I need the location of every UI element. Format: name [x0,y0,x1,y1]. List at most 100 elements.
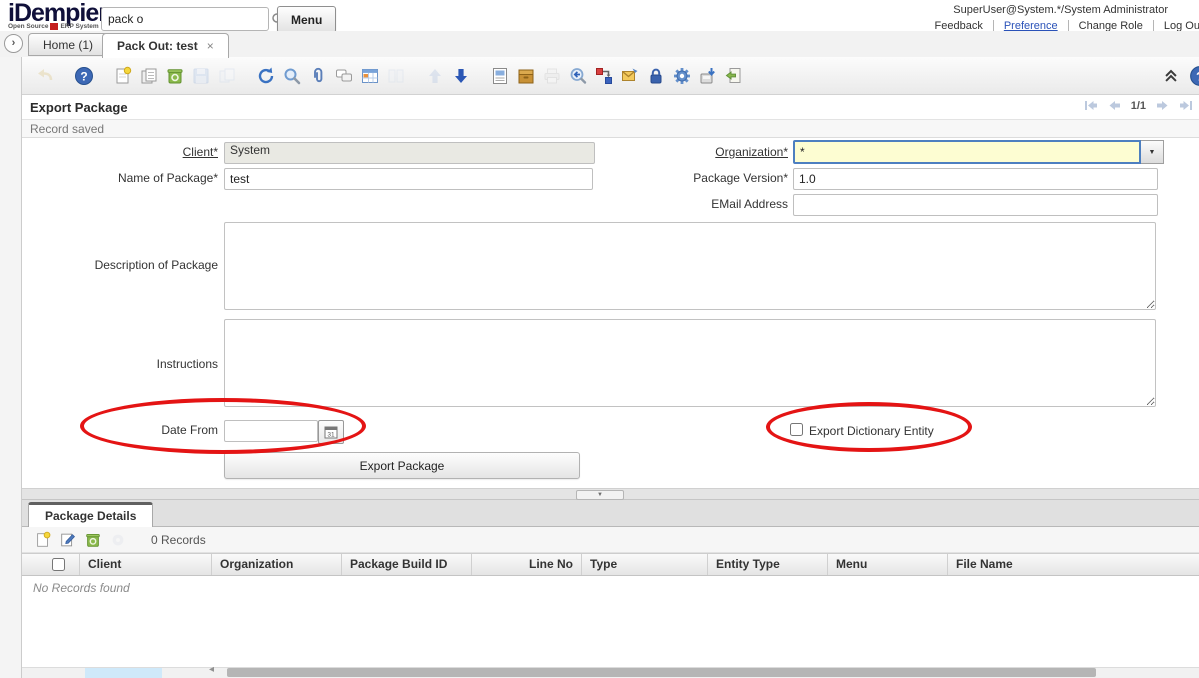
splitter-collapse-handle[interactable]: ▼ [576,490,624,500]
parent-record-icon[interactable] [424,65,446,87]
column-header-client[interactable]: Client [80,554,212,575]
package-version-label: Package Version* [598,171,788,185]
close-tab-icon[interactable]: × [207,39,214,53]
grid-toggle-icon[interactable] [359,65,381,87]
column-header-line-no[interactable]: Line No [472,554,582,575]
status-bar: Record saved [22,119,1199,138]
detail-toolbar: 0 Records [22,527,1199,553]
column-header-entity-type[interactable]: Entity Type [708,554,828,575]
print-icon[interactable] [541,65,563,87]
detail-record-icon[interactable] [450,65,472,87]
client-label[interactable]: Client* [28,145,218,159]
chevron-right-icon: › [12,38,16,49]
email-label: EMail Address [598,197,788,211]
detail-new-record-icon[interactable] [33,530,53,550]
svg-text:31: 31 [327,432,335,439]
export-dictionary-checkbox[interactable] [790,423,803,436]
detail-grid-header: Client Organization Package Build ID Lin… [22,553,1199,576]
save-icon[interactable] [190,65,212,87]
svg-text:?: ? [80,69,87,83]
last-record-icon[interactable] [1178,99,1193,112]
select-all-checkbox-cell [38,554,80,575]
help-icon[interactable]: ? [73,65,95,87]
search-input[interactable] [102,12,269,26]
page-title: Export Package [30,100,128,115]
chevron-down-icon: ▼ [1149,149,1156,156]
first-record-icon[interactable] [1084,99,1099,112]
menu-button[interactable]: Menu [277,6,336,33]
idempiere-window: iDempiere Open Source ERP System Menu Su… [0,0,1199,678]
organization-dropdown-button[interactable]: ▼ [1141,140,1164,164]
process-icon[interactable] [671,65,693,87]
window-help-icon[interactable]: ? [1189,65,1199,87]
column-header-package-build-id[interactable]: Package Build ID [342,554,472,575]
name-of-package-label: Name of Package* [28,171,218,185]
scroll-left-icon[interactable]: ◂ [209,665,214,675]
description-textarea[interactable] [224,222,1156,310]
tab-home[interactable]: Home (1) [28,33,108,56]
detail-tabstrip [22,500,1199,527]
logo-subtitle-2: ERP System [60,23,98,30]
archive-icon[interactable] [515,65,537,87]
frozen-pane-indicator [85,668,162,678]
chat-icon[interactable] [333,65,355,87]
organization-combobox: ▼ [793,140,1164,164]
column-header-file-name[interactable]: File Name [948,554,1199,575]
export-package-button[interactable]: Export Package [224,452,580,479]
detail-delete-record-icon[interactable] [83,530,103,550]
ignore-changes-icon[interactable] [34,65,56,87]
client-field: System [224,142,595,164]
column-header-menu[interactable]: Menu [828,554,948,575]
organization-input[interactable] [793,140,1141,164]
records-count: 0 Records [151,533,206,547]
detail-edit-record-icon[interactable] [58,530,78,550]
csv-import-icon[interactable] [385,65,407,87]
lock-icon[interactable] [645,65,667,87]
report-icon[interactable] [489,65,511,87]
attachment-icon[interactable] [307,65,329,87]
next-record-icon[interactable] [1155,99,1169,112]
description-label: Description of Package [28,258,218,272]
tab-package-details[interactable]: Package Details [28,502,153,527]
record-navigation: 1/1 [1084,99,1193,112]
name-of-package-input[interactable] [224,168,593,190]
refresh-icon[interactable] [255,65,277,87]
zoom-across-icon[interactable] [567,65,589,87]
date-from-input[interactable] [224,420,318,442]
global-search-box [101,7,269,31]
find-icon[interactable] [281,65,303,87]
column-header-organization[interactable]: Organization [212,554,342,575]
column-header-type[interactable]: Type [582,554,708,575]
tab-pack-out[interactable]: Pack Out: test × [102,33,229,58]
expand-sidebar-button[interactable]: › [4,34,23,53]
package-version-input[interactable] [793,168,1158,190]
horizontal-scrollbar-thumb[interactable] [227,668,1096,677]
workflow-icon[interactable] [593,65,615,87]
collapse-all-icon[interactable] [1160,65,1182,87]
detail-process-icon[interactable] [108,530,128,550]
logged-in-user: SuperUser@System.*/System Administrator [953,4,1168,16]
delete-record-icon[interactable] [164,65,186,87]
no-records-message: No Records found [33,581,130,595]
new-record-icon[interactable] [112,65,134,87]
triangle-down-icon: ▼ [597,492,603,498]
logo-red-accent [50,23,58,30]
select-all-checkbox[interactable] [52,558,65,571]
previous-record-icon[interactable] [1108,99,1122,112]
export-icon[interactable] [697,65,719,87]
window-titlebar: Export Package 1/1 [22,95,1199,119]
email-input[interactable] [793,194,1158,216]
export-file-icon[interactable] [723,65,745,87]
window-toolbar: ? [22,57,1199,95]
save-create-new-icon[interactable] [216,65,238,87]
collapsed-west-panel[interactable] [0,57,22,678]
instructions-label: Instructions [28,357,218,371]
record-counter: 1/1 [1131,100,1146,112]
copy-record-icon[interactable] [138,65,160,87]
organization-label[interactable]: Organization* [598,145,788,159]
instructions-textarea[interactable] [224,319,1156,407]
request-mail-icon[interactable] [619,65,641,87]
date-from-label: Date From [28,423,218,437]
calendar-button[interactable]: 31 [318,420,344,444]
export-dictionary-label: Export Dictionary Entity [809,424,934,438]
